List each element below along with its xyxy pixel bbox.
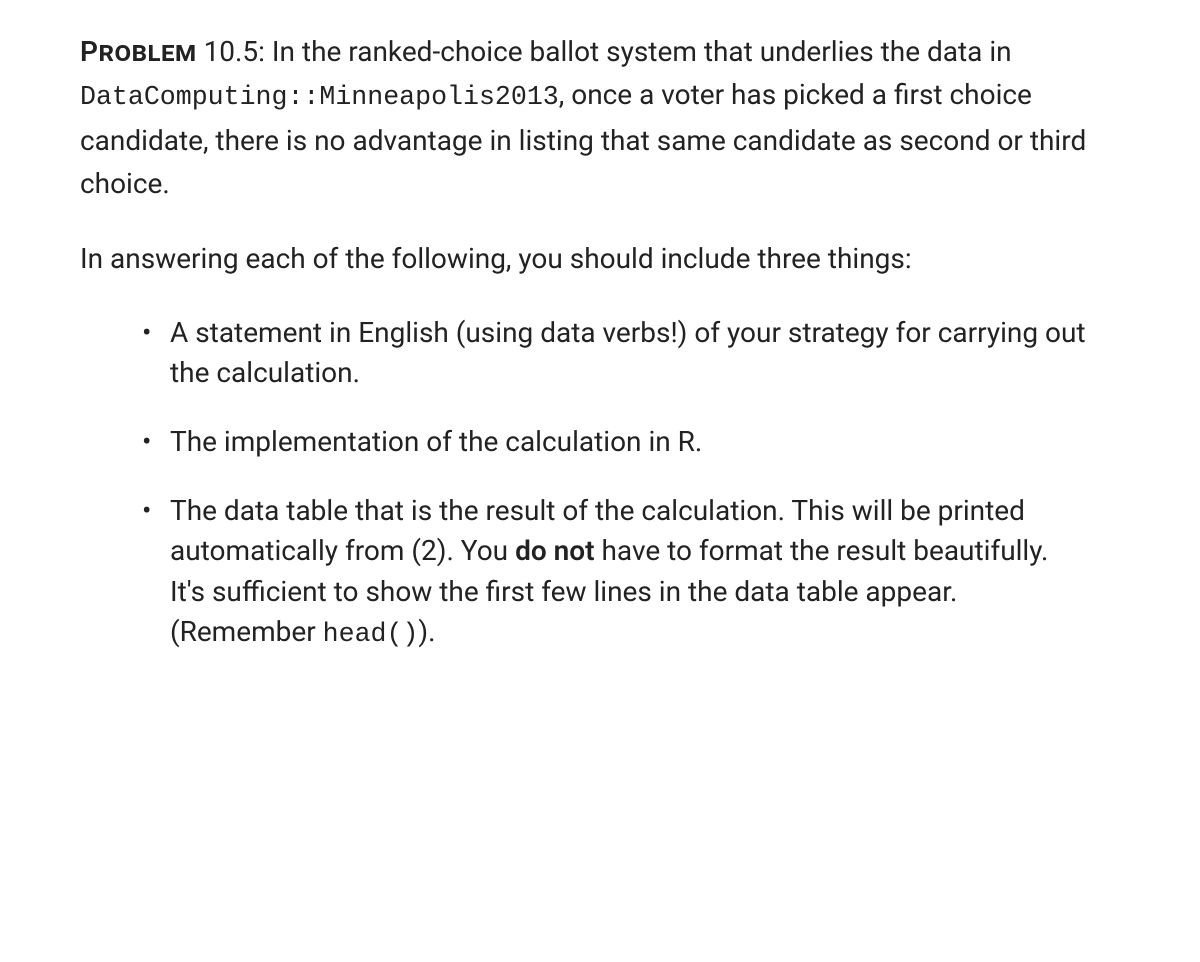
list-item: A statement in English (using data verbs… [170, 313, 1090, 394]
bullet-text: The implementation of the calculation in… [170, 425, 702, 458]
bullet-list: A statement in English (using data verbs… [80, 313, 1120, 654]
code-reference: DataComputing::Minneapolis2013 [80, 82, 559, 112]
bullet-text: A statement in English (using data verbs… [170, 316, 1086, 390]
list-item: The implementation of the calculation in… [170, 422, 1090, 463]
list-item: The data table that is the result of the… [170, 491, 1090, 654]
bullet-code: head() [323, 619, 419, 649]
problem-intro-paragraph: Problem 10.5: In the ranked-choice ballo… [80, 30, 1120, 205]
bullet-suffix: ). [418, 615, 435, 648]
instruction-paragraph: In answering each of the following, you … [80, 237, 1120, 280]
problem-number: 10.5 [204, 35, 259, 68]
problem-label: Problem [80, 35, 197, 68]
bullet-bold: do not [515, 534, 594, 567]
intro-before-code: : In the ranked-choice ballot system tha… [258, 35, 1011, 68]
